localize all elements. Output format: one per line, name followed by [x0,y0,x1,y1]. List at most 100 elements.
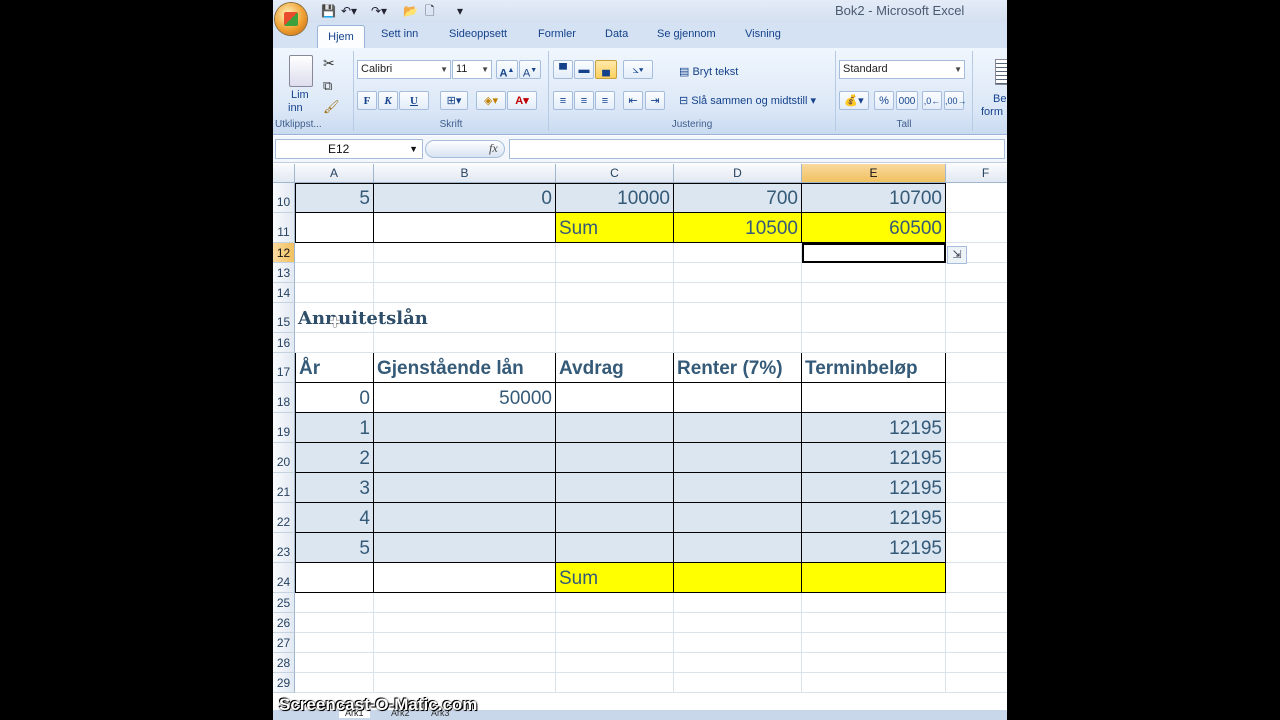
row-header-26[interactable]: 26 [273,613,295,633]
row-header-22[interactable]: 22 [273,503,295,533]
cell-d18[interactable] [674,383,802,413]
styles-label-1[interactable]: Be [993,93,1006,105]
cell-a18[interactable]: 0 [295,383,374,413]
cell-a20[interactable]: 2 [295,443,374,473]
cell-a28[interactable] [295,653,374,673]
cell-c28[interactable] [556,653,674,673]
conditional-format-icon[interactable] [995,59,1007,85]
cell-a14[interactable] [295,283,374,303]
paste-icon[interactable] [289,55,313,87]
cell-a16[interactable] [295,333,374,353]
cell-c25[interactable] [556,593,674,613]
cell-c15[interactable] [556,303,674,333]
tab-formulas[interactable]: Formler [538,28,576,40]
cell-f15[interactable] [946,303,1007,333]
row-header-23[interactable]: 23 [273,533,295,563]
tab-view[interactable]: Visning [745,28,781,40]
cell-d16[interactable] [674,333,802,353]
cell-f18[interactable] [946,383,1007,413]
number-format-select[interactable]: Standard ▼ [839,60,965,79]
row-header-10[interactable]: 10 [273,183,295,213]
row-header-19[interactable]: 19 [273,413,295,443]
font-size-select[interactable]: 11 ▼ [452,60,492,79]
shrink-font-button[interactable]: A▼ [519,60,541,80]
cell-a27[interactable] [295,633,374,653]
cell-d13[interactable] [674,263,802,283]
row-header-25[interactable]: 25 [273,593,295,613]
increase-decimal-icon[interactable]: ,0← [922,91,942,110]
cell-e11[interactable]: 60500 [802,213,946,243]
name-box[interactable]: E12 ▼ [275,139,423,159]
column-header-d[interactable]: D [674,164,802,183]
row-header-13[interactable]: 13 [273,263,295,283]
cell-c21[interactable] [556,473,674,503]
row-header-14[interactable]: 14 [273,283,295,303]
cell-e24[interactable] [802,563,946,593]
align-left-icon[interactable]: ≡ [553,91,573,110]
row-header-28[interactable]: 28 [273,653,295,673]
cell-c14[interactable] [556,283,674,303]
cell-e22[interactable]: 12195 [802,503,946,533]
office-button[interactable] [275,3,307,35]
format-painter-icon[interactable]: 🖌 [323,99,340,115]
align-center-icon[interactable]: ≡ [574,91,594,110]
auto-fill-options-icon[interactable]: ⇲ [947,246,967,264]
currency-button[interactable]: 💰▾ [839,91,869,110]
column-header-a[interactable]: A [295,164,374,183]
cell-d24[interactable] [674,563,802,593]
cell-f23[interactable] [946,533,1007,563]
tab-page-layout[interactable]: Sideoppsett [449,28,507,40]
percent-button[interactable]: % [874,91,894,110]
cell-f29[interactable] [946,673,1007,693]
copy-icon[interactable]: ⧉ [323,78,332,94]
tab-review[interactable]: Se gjennom [657,28,716,40]
cell-b28[interactable] [374,653,556,673]
cell-c11[interactable]: Sum [556,213,674,243]
align-right-icon[interactable]: ≡ [595,91,615,110]
cell-c24[interactable]: Sum [556,563,674,593]
decrease-indent-icon[interactable]: ⇤ [623,91,643,110]
tab-home[interactable]: Hjem [317,25,365,49]
cell-e10[interactable]: 10700 [802,183,946,213]
cell-a13[interactable] [295,263,374,283]
cell-d27[interactable] [674,633,802,653]
cell-d10[interactable]: 700 [674,183,802,213]
cut-icon[interactable]: ✂ [323,55,335,72]
cell-b25[interactable] [374,593,556,613]
cell-f28[interactable] [946,653,1007,673]
row-header-17[interactable]: 17 [273,353,295,383]
cell-b23[interactable] [374,533,556,563]
cell-a22[interactable]: 4 [295,503,374,533]
paste-label-2[interactable]: inn [288,102,303,114]
cell-d26[interactable] [674,613,802,633]
cell-c27[interactable] [556,633,674,653]
cell-e26[interactable] [802,613,946,633]
align-middle-icon[interactable]: ▬ [574,60,594,79]
cell-a17[interactable]: År [295,353,374,383]
cell-c12[interactable] [556,243,674,263]
cell-c23[interactable] [556,533,674,563]
underline-button[interactable]: U [399,91,429,110]
cell-b14[interactable] [374,283,556,303]
cell-d22[interactable] [674,503,802,533]
cell-e15[interactable] [802,303,946,333]
cell-a24[interactable] [295,563,374,593]
cell-b26[interactable] [374,613,556,633]
cell-f16[interactable] [946,333,1007,353]
bold-button[interactable]: F [357,91,377,110]
row-header-20[interactable]: 20 [273,443,295,473]
column-header-f[interactable]: F [946,164,1007,183]
cell-b20[interactable] [374,443,556,473]
row-header-11[interactable]: 11 [273,213,295,243]
row-header-12[interactable]: 12 [273,243,295,263]
decrease-decimal-icon[interactable]: ,00→ [944,91,967,110]
align-top-icon[interactable]: ▀ [553,60,573,79]
cell-b24[interactable] [374,563,556,593]
cell-a23[interactable]: 5 [295,533,374,563]
cell-e14[interactable] [802,283,946,303]
row-header-18[interactable]: 18 [273,383,295,413]
cell-a21[interactable]: 3 [295,473,374,503]
cell-f25[interactable] [946,593,1007,613]
cell-e21[interactable]: 12195 [802,473,946,503]
cell-f24[interactable] [946,563,1007,593]
